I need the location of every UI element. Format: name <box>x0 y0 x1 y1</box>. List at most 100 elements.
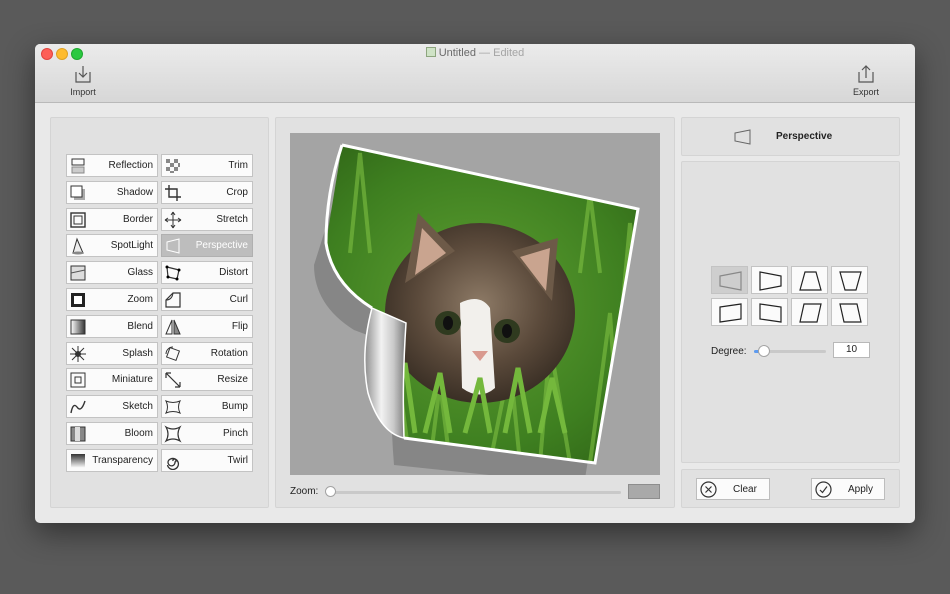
effect-button-flip[interactable]: Flip <box>161 314 253 338</box>
pinch-icon <box>164 425 182 443</box>
zoom-slider-track[interactable] <box>330 491 621 494</box>
degree-label: Degree: <box>711 346 747 357</box>
export-button[interactable]: Export <box>836 64 896 97</box>
effect-button-zoom[interactable]: Zoom <box>66 288 158 311</box>
image-canvas[interactable] <box>290 133 660 475</box>
splash-icon <box>69 345 87 363</box>
kitten-photo-preview <box>314 143 640 475</box>
effect-label: Stretch <box>216 213 248 225</box>
apply-check-circle-icon <box>815 481 832 498</box>
mode-button-perspective-top[interactable] <box>791 266 828 294</box>
effect-label: Zoom <box>127 294 153 305</box>
effect-button-crop[interactable]: Crop <box>161 180 253 204</box>
effect-button-blend[interactable]: Blend <box>66 314 158 338</box>
perspective-left-icon <box>719 271 742 291</box>
degree-field[interactable]: 10 <box>833 342 870 358</box>
window-title-text: Untitled <box>438 47 476 59</box>
perspective-icon <box>164 237 182 255</box>
mode-button-skew-left[interactable] <box>831 298 868 326</box>
clear-x-circle-icon <box>700 481 717 498</box>
effect-title: Perspective <box>776 131 833 142</box>
effect-button-rotation[interactable]: Rotation <box>161 341 253 365</box>
effect-label: SpotLight <box>110 240 153 252</box>
mode-button-perspective-bottom[interactable] <box>831 266 868 294</box>
transparency-gradient-icon <box>69 452 87 470</box>
resize-arrow-icon <box>164 371 182 389</box>
degree-slider-knob[interactable] <box>758 345 770 357</box>
effect-button-splash[interactable]: Splash <box>66 341 158 365</box>
effect-button-sketch[interactable]: Sketch <box>66 395 158 419</box>
effect-label: Blend <box>127 320 153 332</box>
action-bar: Clear Apply <box>681 469 900 508</box>
border-icon <box>69 211 87 229</box>
effect-button-reflection[interactable]: Reflection <box>66 154 158 177</box>
effect-label: Bump <box>221 401 248 413</box>
effect-button-shadow[interactable]: Shadow <box>66 180 158 204</box>
export-label: Export <box>852 87 879 97</box>
titlebar: Untitled — Edited Import Export <box>35 44 915 103</box>
effect-label: Pinch <box>222 428 248 439</box>
effect-label: Resize <box>217 374 248 386</box>
effect-label: Trim <box>228 160 248 171</box>
canvas-panel: Zoom: <box>275 117 675 508</box>
effect-label: Bloom <box>124 428 153 439</box>
effect-button-distort[interactable]: Distort <box>161 261 253 285</box>
effect-button-resize[interactable]: Resize <box>161 368 253 392</box>
effect-button-transparency[interactable]: Transparency <box>66 448 158 472</box>
stretch-arrows-icon <box>164 211 182 229</box>
apply-button[interactable]: Apply <box>811 478 885 500</box>
effect-label: Miniature <box>111 374 153 386</box>
effect-label: Flip <box>231 320 248 332</box>
effect-label: Curl <box>229 294 248 305</box>
tilt-right-icon <box>759 303 782 323</box>
effect-button-curl[interactable]: Curl <box>161 288 253 311</box>
effect-label: Splash <box>122 347 153 359</box>
effect-button-border[interactable]: Border <box>66 207 158 231</box>
zoom-row: Zoom: <box>290 484 660 500</box>
mode-button-perspective-right[interactable] <box>751 266 788 294</box>
twirl-spiral-icon <box>164 452 182 470</box>
effect-button-bloom[interactable]: Bloom <box>66 422 158 445</box>
document-icon <box>425 47 436 57</box>
effect-button-miniature[interactable]: Miniature <box>66 368 158 392</box>
effect-button-pinch[interactable]: Pinch <box>161 422 253 445</box>
perspective-bottom-icon <box>839 271 862 291</box>
glass-icon <box>69 264 87 282</box>
rotation-icon <box>164 345 182 363</box>
zoom-slider-knob[interactable] <box>325 486 336 497</box>
effect-label: Distort <box>219 267 248 279</box>
effect-label: Reflection <box>108 160 153 171</box>
import-label: Import <box>70 87 96 97</box>
background-color-swatch[interactable] <box>628 484 660 499</box>
mode-button-skew-right[interactable] <box>791 298 828 326</box>
mode-button-perspective-left[interactable] <box>711 266 748 294</box>
import-button[interactable]: Import <box>53 64 113 97</box>
bump-icon <box>164 398 182 416</box>
effect-button-stretch[interactable]: Stretch <box>161 207 253 231</box>
perspective-settings: Degree: 10 <box>681 161 900 463</box>
import-icon <box>75 66 91 83</box>
share-export-icon <box>858 65 874 83</box>
page-curl-icon <box>164 291 182 309</box>
effect-button-bump[interactable]: Bump <box>161 395 253 419</box>
effect-button-spotlight[interactable]: SpotLight <box>66 234 158 258</box>
zoom-blur-icon <box>69 291 87 309</box>
apply-label: Apply <box>848 484 874 495</box>
mode-button-tilt-right[interactable] <box>751 298 788 326</box>
flip-icon <box>164 318 182 336</box>
clear-label: Clear <box>733 484 757 495</box>
perspective-top-icon <box>799 271 822 291</box>
sketch-squiggle-icon <box>69 398 87 416</box>
crop-icon <box>164 184 182 202</box>
effect-button-perspective[interactable]: Perspective <box>161 234 253 258</box>
effect-label: Twirl <box>227 454 248 466</box>
effect-button-glass[interactable]: Glass <box>66 261 158 285</box>
app-window: Untitled — Edited Import Export Reflecti… <box>35 44 915 523</box>
mode-button-tilt-left[interactable] <box>711 298 748 326</box>
skew-left-icon <box>839 303 862 323</box>
clear-button[interactable]: Clear <box>696 478 770 500</box>
effect-label: Perspective <box>195 240 248 252</box>
perspective-right-icon <box>759 271 782 291</box>
effect-button-trim[interactable]: Trim <box>161 154 253 177</box>
effect-button-twirl[interactable]: Twirl <box>161 448 253 472</box>
